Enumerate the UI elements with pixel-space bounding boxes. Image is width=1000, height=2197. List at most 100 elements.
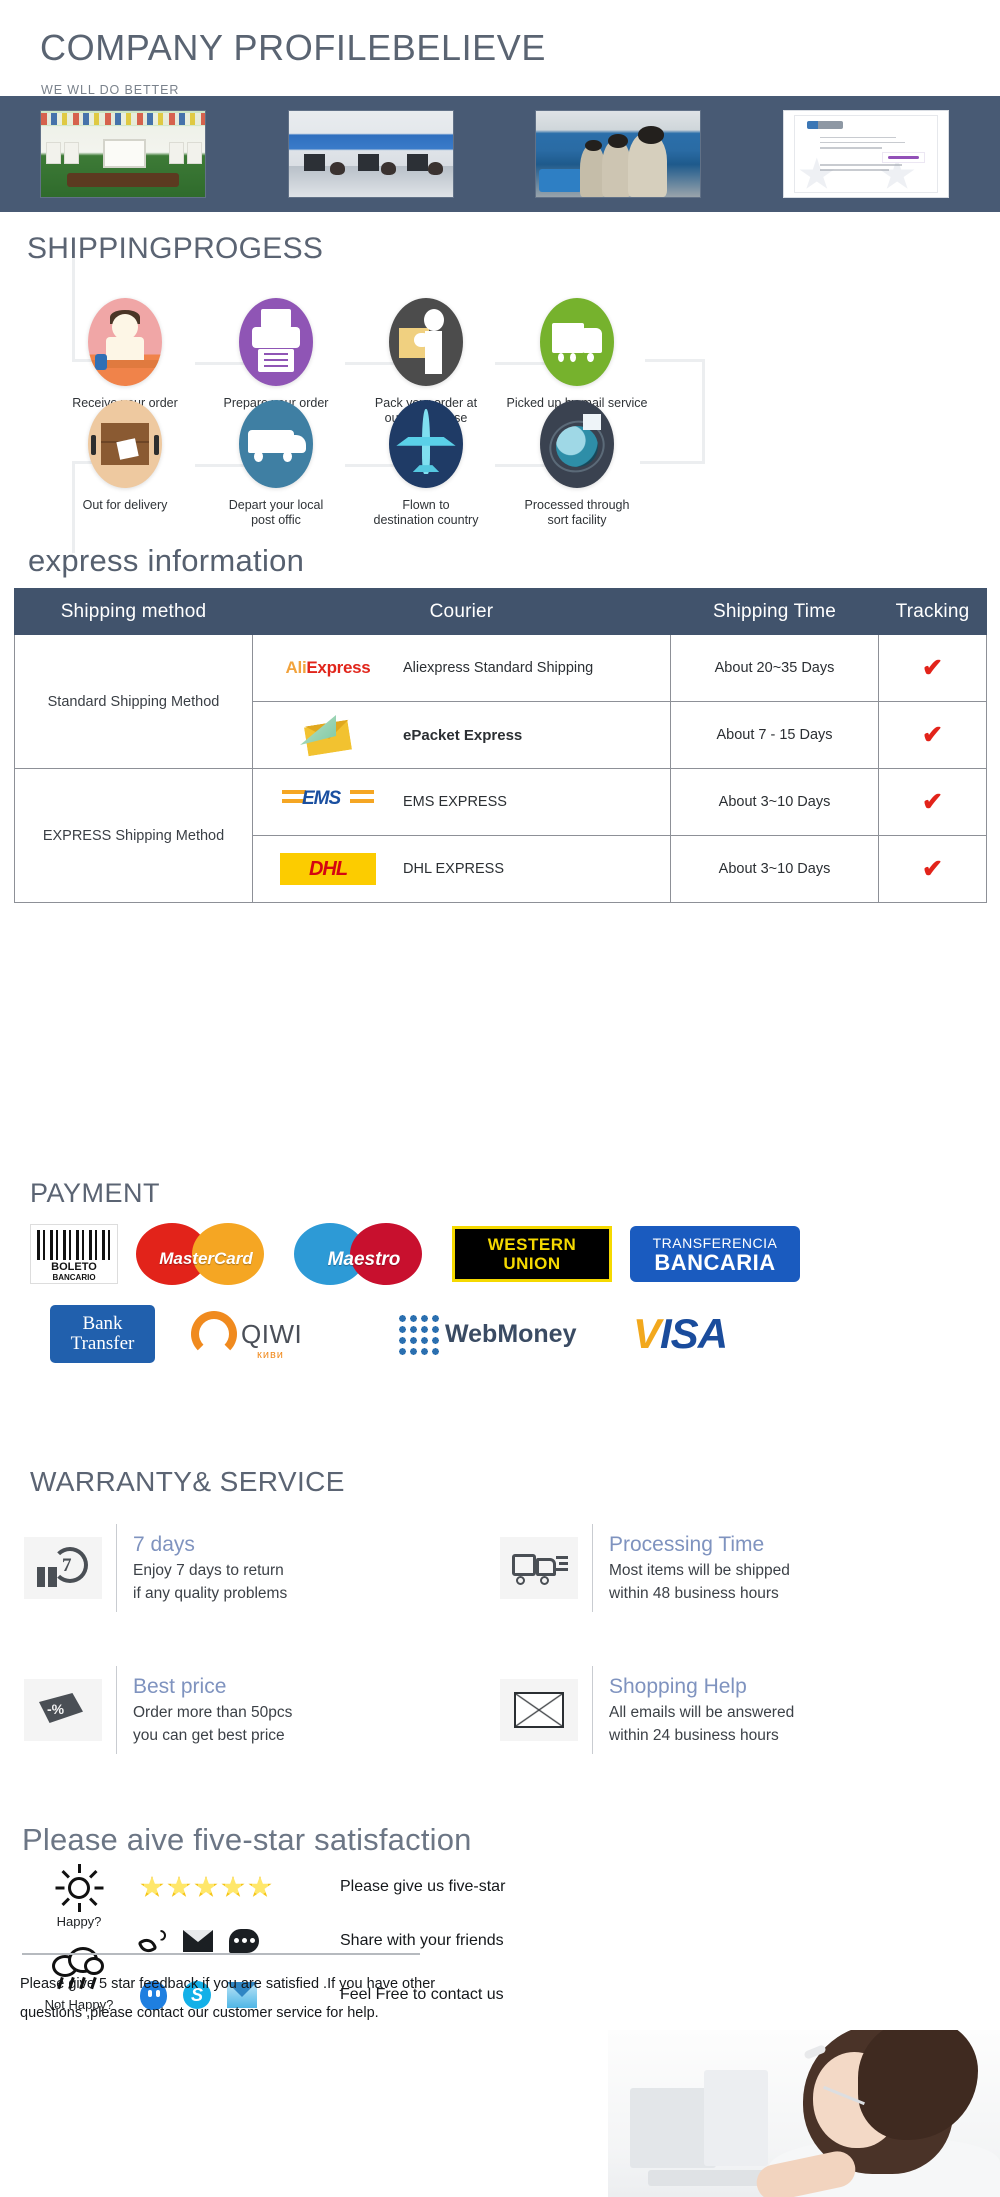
star-rating[interactable] [140,1875,340,1899]
column-header-tracking: Tracking [878,588,987,635]
warranty-heading: 7 days [133,1533,195,1556]
carton-icon [88,400,162,488]
aliexpress-logo: AliExpress [253,658,403,678]
bank-line1: Bank [82,1313,123,1334]
maestro-label: Maestro [327,1249,401,1270]
page-subtitle: WE WLL DO BETTER [41,83,180,97]
company-profile-header: COMPANY PROFILEBELIEVE WE WLL DO BETTER [0,0,1000,97]
phone-icon[interactable] [137,1928,167,1956]
footer-divider [22,1953,420,1955]
visa-label-rest: ISA [660,1310,728,1357]
discount-percent-icon: -% [24,1679,102,1741]
page-title: COMPANY PROFILEBELIEVE [40,27,547,68]
wu-line2: UNION [503,1254,561,1273]
column-header-courier: Courier [252,588,671,635]
cell-tracking: ✔ [878,835,987,903]
ems-logo-text: EMS [302,788,341,809]
globe-sort-icon [540,400,614,488]
warranty-heading: Processing Time [609,1533,765,1556]
cell-tracking: ✔ [878,634,987,702]
row-label: Please give us five-star [340,1878,506,1895]
cell-courier-aliexpress: AliExpress Aliexpress Standard Shipping [252,634,671,702]
warranty-line2: if any quality problems [133,1585,288,1602]
warranty-line1: Order more than 50pcs [133,1704,293,1721]
star-icon[interactable] [221,1875,245,1897]
cell-courier-epacket: ePacket Express [252,701,671,769]
warranty-service-title: WARRANTY& SERVICE [30,1466,345,1497]
qiwi-sublabel: киви [257,1349,284,1361]
courier-name: Aliexpress Standard Shipping [403,660,594,676]
webmoney-label: WebMoney [445,1319,577,1348]
courier-name: DHL EXPRESS [403,861,504,877]
star-icon[interactable] [194,1875,218,1897]
star-icon[interactable] [167,1875,191,1897]
cell-shipping-method-express: EXPRESS Shipping Method [14,768,253,903]
warranty-item-shopping-help: Shopping Help All emails will be answere… [500,1654,976,1766]
chat-icon[interactable] [229,1929,259,1953]
divider [592,1666,593,1754]
customer-service-agent-photo [608,2030,1000,2197]
banner-image-showroom [40,110,206,198]
warranty-line2: within 24 business hours [609,1727,779,1744]
webmoney-mark-icon [397,1313,439,1355]
sun-icon [55,1864,104,1912]
payment-row-2: Bank Transfer QIWI киви WebMoney VISA [30,1298,970,1370]
warranty-service-grid: 7 7 days Enjoy 7 days to return if any q… [24,1512,976,1766]
star-icon[interactable] [140,1875,164,1897]
courier-name: ePacket Express [403,726,523,744]
payment-methods: BOLETO BANCARIO MasterCard Maestro WESTE… [30,1218,970,1370]
express-information-title: express information [28,543,305,578]
epacket-logo [253,715,403,755]
courier-name: EMS EXPRESS [403,794,507,810]
flow-step-flown-destination: Flown to destination country [346,400,506,528]
express-information-table: Shipping method Courier Shipping Time Tr… [14,588,987,903]
payment-logo-maestro: Maestro [294,1223,434,1285]
payment-row-1: BOLETO BANCARIO MasterCard Maestro WESTE… [30,1218,970,1290]
cell-shipping-time: About 20~35 Days [670,634,879,702]
boleto-line1: BOLETO [51,1261,97,1273]
divider [116,1524,117,1612]
flow-step-label: Out for delivery [82,498,168,512]
mail-icon[interactable] [183,1930,213,1952]
warranty-heading: Best price [133,1675,227,1698]
check-icon: ✔ [922,720,943,749]
mood-happy: Happy? [24,1864,134,1929]
flow-step-label: Depart your local [228,498,324,512]
mastercard-label: MasterCard [159,1249,253,1268]
warranty-line2: you can get best price [133,1727,285,1744]
table-row: Standard Shipping Method AliExpress Alie… [14,634,987,769]
flow-step-picked-up: Picked up by mail service [497,298,657,411]
delivery-truck-icon [500,1537,578,1599]
package-worker-icon [389,298,463,386]
cell-tracking: ✔ [878,701,987,769]
visa-label-v: V [633,1310,661,1357]
dhl-logo-text: DHL [308,857,348,880]
seven-days-icon: 7 [24,1537,102,1599]
check-icon: ✔ [922,854,943,883]
cell-shipping-method-standard: Standard Shipping Method [14,634,253,769]
flow-step-depart-post-office: Depart your local post offic [196,400,356,528]
warranty-item-best-price: -% Best price Order more than 50pcs you … [24,1654,500,1766]
warranty-line1: Enjoy 7 days to return [133,1562,284,1579]
warranty-line2: within 48 business hours [609,1585,779,1602]
truck-icon [540,298,614,386]
payment-logo-qiwi: QIWI киви [191,1305,361,1363]
check-icon: ✔ [922,653,943,682]
table-header-row: Shipping method Courier Shipping Time Tr… [14,588,987,635]
payment-logo-boleto: BOLETO BANCARIO [30,1224,118,1284]
boleto-line2: BANCARIO [52,1273,96,1282]
star-icon[interactable] [248,1875,272,1897]
company-photo-banner [0,96,1000,212]
row-give-five-star: Please give us five-star [140,1860,680,1914]
shipping-progress-flow: Receive your order Prepare your order Pa… [0,258,1000,553]
tb-line1: TRANSFERENCIA [652,1234,778,1251]
flow-step-out-for-delivery: Out for delivery [45,400,205,513]
payment-logo-western-union: WESTERN UNION [452,1226,612,1282]
payment-logo-visa: VISA [633,1310,728,1358]
aliexpress-logo-ali: Ali [285,658,307,677]
qiwi-mark-icon [191,1311,237,1357]
payment-logo-webmoney: WebMoney [397,1307,597,1361]
warranty-line1: All emails will be answered [609,1704,795,1721]
banner-image-production [535,110,701,198]
airplane-icon [389,400,463,488]
